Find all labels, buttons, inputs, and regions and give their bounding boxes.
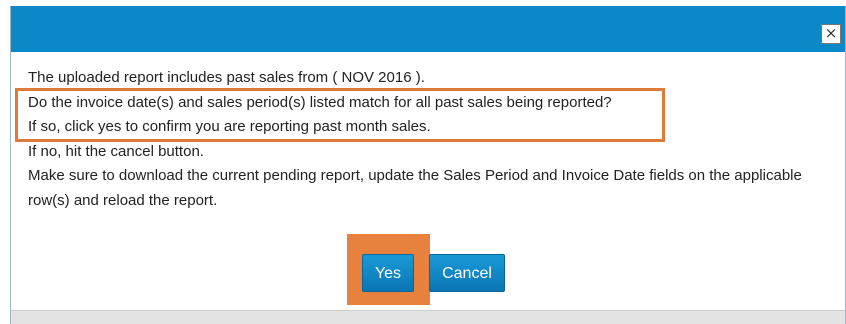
message-line-4: If no, hit the cancel button. (28, 142, 204, 160)
highlight-annotation-box (15, 88, 665, 142)
close-icon[interactable]: × (821, 24, 841, 44)
yes-button[interactable]: Yes (362, 254, 414, 292)
message-line-1: The uploaded report includes past sales … (28, 69, 425, 86)
dialog-footer (11, 310, 845, 324)
cancel-button[interactable]: Cancel (429, 254, 505, 292)
message-line-6: row(s) and reload the report. (28, 191, 218, 209)
message-line-5: Make sure to download the current pendin… (28, 167, 802, 184)
dialog-titlebar: × (11, 6, 845, 52)
confirm-dialog: × The uploaded report includes past sale… (10, 6, 846, 324)
